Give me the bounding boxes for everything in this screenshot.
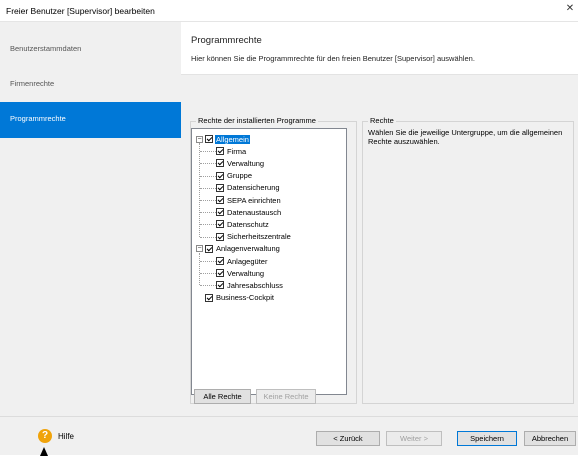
tree-checkbox[interactable]	[216, 220, 224, 229]
save-button[interactable]: Speichern	[457, 431, 517, 446]
sidebar-item-programmrechte[interactable]: Programmrechte	[0, 102, 181, 138]
collapse-icon[interactable]: −	[196, 245, 203, 253]
tree-item[interactable]: Anlagegüter	[216, 255, 268, 267]
tree-item-label: Sicherheitszentrale	[227, 232, 291, 242]
tree-item[interactable]: Verwaltung	[216, 157, 265, 169]
info-text: Wählen Sie die jeweilige Untergruppe, um…	[368, 128, 563, 146]
tree-checkbox[interactable]	[216, 147, 224, 156]
tree-item-label: Datenaustausch	[227, 207, 282, 217]
sidebar-item-firmenrechte[interactable]: Firmenrechte	[0, 67, 181, 103]
tree-connector	[200, 261, 216, 262]
sidebar-item-label: Programmrechte	[10, 114, 66, 123]
tree-item[interactable]: SEPA einrichten	[216, 194, 282, 206]
tree-checkbox[interactable]	[216, 257, 224, 265]
tree-item[interactable]: Datensicherung	[216, 182, 281, 194]
tree-item[interactable]: Jahresabschluss	[216, 279, 284, 291]
tree-checkbox[interactable]	[216, 171, 224, 180]
tree-checkbox[interactable]	[216, 208, 224, 217]
tree-checkbox[interactable]	[205, 293, 213, 302]
tree-connector	[199, 252, 200, 286]
window-title: Freier Benutzer [Supervisor] bearbeiten	[6, 6, 155, 16]
tree-item-label: Firma	[227, 146, 247, 156]
tree-group-label: Rechte der installierten Programme	[196, 116, 318, 125]
sidebar: Benutzerstammdaten Firmenrechte Programm…	[0, 22, 181, 416]
tree-item-label: Verwaltung	[227, 158, 265, 168]
tree-item[interactable]: Firma	[216, 145, 247, 157]
info-group-label: Rechte	[368, 116, 396, 125]
page-title: Programmrechte	[191, 35, 262, 46]
tree-connector	[200, 273, 216, 275]
tree-item-label: Allgemein	[215, 134, 250, 144]
collapse-icon[interactable]: −	[196, 135, 203, 143]
tree-checkbox[interactable]	[216, 269, 224, 278]
back-button[interactable]: < Zurück	[316, 431, 380, 446]
tree-item[interactable]: Sicherheitszentrale	[216, 231, 292, 243]
tree-checkbox[interactable]	[216, 281, 224, 290]
tree-item[interactable]: Datenschutz	[216, 218, 270, 230]
tree-item-label: SEPA einrichten	[227, 195, 281, 205]
tree-connector	[199, 143, 200, 237]
tree-item-label: Anlagenverwaltung	[216, 244, 280, 254]
tree-item[interactable]: − Anlagenverwaltung	[196, 243, 281, 255]
tree-connector	[200, 175, 216, 177]
tree-item-label: Verwaltung	[227, 268, 265, 278]
help-label[interactable]: Hilfe	[58, 432, 74, 441]
tree-item[interactable]: Business-Cockpit	[196, 292, 275, 304]
tree-connector	[200, 163, 216, 165]
tree-item-label: Anlagegüter	[227, 256, 268, 266]
tree-item-label: Jahresabschluss	[227, 280, 283, 290]
close-icon[interactable]: ✕	[564, 3, 576, 17]
tree-item-label: Business-Cockpit	[216, 293, 274, 303]
info-group: Rechte Wählen Sie die jeweilige Untergru…	[362, 116, 574, 404]
tree-item[interactable]: Verwaltung	[216, 267, 265, 279]
tree-item[interactable]: Datenaustausch	[216, 206, 282, 218]
title-bar: Freier Benutzer [Supervisor] bearbeiten …	[0, 0, 578, 22]
sidebar-item-label: Firmenrechte	[10, 79, 55, 88]
tree-checkbox[interactable]	[216, 232, 224, 241]
footer: ? Hilfe < Zurück Weiter > Speichern Abbr…	[0, 416, 578, 456]
tree-connector	[200, 151, 216, 153]
page-subtitle: Hier können Sie die Programmrechte für d…	[191, 54, 475, 63]
tree-checkbox[interactable]	[216, 196, 224, 204]
tree-checkbox[interactable]	[216, 183, 224, 192]
tree-item-label: Gruppe	[227, 171, 253, 181]
tree-connector	[200, 224, 216, 226]
tree-checkbox[interactable]	[205, 135, 213, 143]
tree-connector	[200, 200, 216, 201]
tree-connector	[200, 285, 216, 287]
tree-item-label: Datensicherung	[227, 183, 280, 193]
tree-item[interactable]: − Allgemein	[196, 133, 250, 145]
cancel-button[interactable]: Abbrechen	[524, 431, 576, 446]
sidebar-item-label: Benutzerstammdaten	[10, 44, 82, 53]
tree-connector	[200, 187, 216, 189]
all-rights-button[interactable]: Alle Rechte	[194, 389, 251, 404]
tree-connector	[200, 236, 216, 238]
main-panel: Programmrechte Hier können Sie die Progr…	[181, 22, 578, 416]
tree-connector	[200, 212, 216, 214]
tree-item[interactable]: Gruppe	[216, 170, 253, 182]
next-button[interactable]: Weiter >	[386, 431, 442, 446]
no-rights-button[interactable]: Keine Rechte	[256, 389, 316, 404]
rights-tree[interactable]: − Allgemein Firma Verwaltung Gruppe Datensich…	[191, 128, 347, 395]
sidebar-item-benutzerstammdaten[interactable]: Benutzerstammdaten	[0, 32, 181, 68]
tree-checkbox[interactable]	[216, 159, 224, 168]
tree-checkbox[interactable]	[205, 244, 213, 253]
help-icon[interactable]: ?	[38, 429, 52, 443]
tree-item-label: Datenschutz	[227, 219, 269, 229]
